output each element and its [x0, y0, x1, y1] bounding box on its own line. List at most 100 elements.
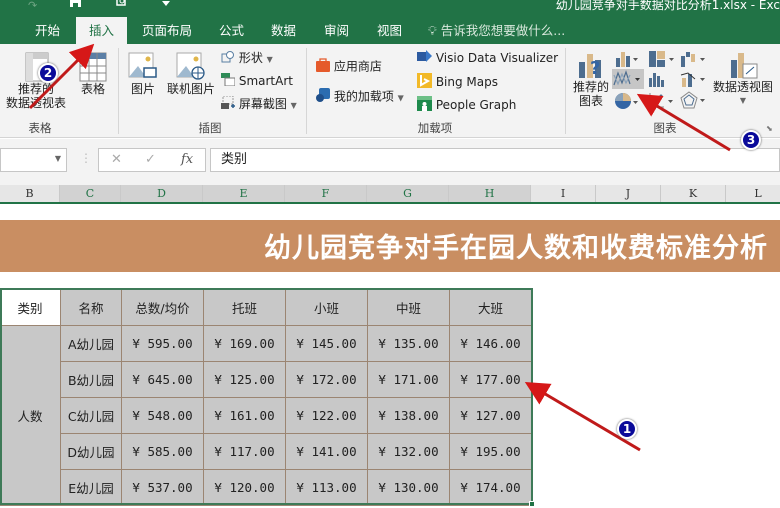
people-graph-button[interactable]: People Graph — [417, 96, 516, 115]
visio-data-visualizer-button[interactable]: Visio Data Visualizer — [417, 50, 558, 67]
line-chart-button[interactable] — [612, 69, 644, 89]
header-cell-name[interactable]: 名称 — [60, 289, 122, 326]
ribbon-insert: 推荐的 数据透视表 表格 表格 图片 联机图片 形状 ▼ SmartArt 屏幕… — [0, 44, 780, 138]
total-cell[interactable]: ¥ 537.00 — [121, 469, 204, 506]
visio-icon — [417, 50, 432, 67]
scatter-chart-button[interactable] — [648, 91, 676, 109]
name-cell[interactable]: C幼儿园 — [60, 397, 122, 434]
daban-cell[interactable]: ¥ 174.00 — [449, 469, 532, 506]
daban-cell[interactable]: ¥ 177.00 — [449, 361, 532, 398]
daban-cell[interactable]: ¥ 127.00 — [449, 397, 532, 434]
data-table: 类别 名称 总数/均价 托班 小班 中班 大班 人数 A幼儿园 ¥ 595.00… — [0, 289, 532, 506]
hierarchy-chart-button[interactable] — [648, 50, 676, 68]
column-header-c[interactable]: C — [60, 185, 121, 202]
tell-me-search[interactable]: 💡︎ 告诉我您想要做什么... — [428, 17, 565, 44]
xiaoban-cell[interactable]: ¥ 122.00 — [285, 397, 368, 434]
header-cell-tuoban[interactable]: 托班 — [203, 289, 286, 326]
column-header-f[interactable]: F — [285, 185, 367, 202]
total-cell[interactable]: ¥ 548.00 — [121, 397, 204, 434]
column-headers: B C D E F G H I J K L — [0, 185, 780, 204]
tab-view[interactable]: 视图 — [369, 17, 410, 44]
table-button[interactable]: 表格 — [76, 52, 110, 96]
total-cell[interactable]: ¥ 585.00 — [121, 433, 204, 470]
customize-qat-icon[interactable] — [162, 0, 170, 10]
xiaoban-cell[interactable]: ¥ 141.00 — [285, 433, 368, 470]
cancel-icon[interactable]: ✕ — [111, 152, 122, 167]
title-banner[interactable]: 幼儿园竞争对手在园人数和收费标准分析 — [0, 220, 780, 272]
total-cell[interactable]: ¥ 595.00 — [121, 325, 204, 362]
zhongban-cell[interactable]: ¥ 135.00 — [367, 325, 450, 362]
zhongban-cell[interactable]: ¥ 171.00 — [367, 361, 450, 398]
tab-data[interactable]: 数据 — [263, 17, 304, 44]
name-cell[interactable]: B幼儿园 — [60, 361, 122, 398]
zhongban-cell[interactable]: ¥ 132.00 — [367, 433, 450, 470]
name-cell[interactable]: D幼儿园 — [60, 433, 122, 470]
name-cell[interactable]: A幼儿园 — [60, 325, 122, 362]
tuoban-cell[interactable]: ¥ 161.00 — [203, 397, 286, 434]
tab-formulas[interactable]: 公式 — [211, 17, 252, 44]
zhongban-cell[interactable]: ¥ 130.00 — [367, 469, 450, 506]
shapes-button[interactable]: 形状 ▼ — [221, 50, 273, 68]
tab-review[interactable]: 审阅 — [316, 17, 357, 44]
recommended-pivottables-button[interactable]: 推荐的 数据透视表 — [0, 52, 72, 110]
enter-icon[interactable]: ✓ — [145, 152, 156, 167]
header-cell-xiaoban[interactable]: 小班 — [285, 289, 368, 326]
column-header-i[interactable]: I — [531, 185, 596, 202]
bing-maps-button[interactable]: Bing Maps — [417, 73, 498, 92]
xiaoban-cell[interactable]: ¥ 113.00 — [285, 469, 368, 506]
chevron-down-icon[interactable]: ▼ — [55, 154, 61, 163]
column-header-b[interactable]: B — [0, 185, 60, 202]
column-header-g[interactable]: G — [367, 185, 449, 202]
tuoban-cell[interactable]: ¥ 169.00 — [203, 325, 286, 362]
tab-page-layout[interactable]: 页面布局 — [134, 17, 200, 44]
xiaoban-cell[interactable]: ¥ 172.00 — [285, 361, 368, 398]
tuoban-cell[interactable]: ¥ 125.00 — [203, 361, 286, 398]
header-cell-daban[interactable]: 大班 — [449, 289, 532, 326]
dialog-launcher-icon[interactable]: ⬊ — [766, 124, 773, 133]
name-cell[interactable]: E幼儿园 — [60, 469, 122, 506]
annotation-badge-1: 1 — [617, 419, 637, 439]
tab-insert[interactable]: 插入 — [76, 17, 127, 44]
category-cell[interactable]: 人数 — [0, 325, 61, 506]
radar-chart-button[interactable] — [680, 91, 708, 109]
tuoban-cell[interactable]: ¥ 117.00 — [203, 433, 286, 470]
zhongban-cell[interactable]: ¥ 138.00 — [367, 397, 450, 434]
save-icon[interactable] — [70, 0, 81, 10]
recommended-charts-button[interactable]: ? 推荐的 图表 — [570, 50, 612, 108]
header-cell-zhongban[interactable]: 中班 — [367, 289, 450, 326]
name-box[interactable]: ▼ — [0, 148, 67, 172]
column-header-l[interactable]: L — [726, 185, 780, 202]
pictures-button[interactable]: 图片 — [126, 52, 160, 96]
pie-chart-button[interactable] — [614, 91, 640, 111]
column-header-j[interactable]: J — [596, 185, 661, 202]
resize-handle-icon[interactable]: ⋮ — [80, 151, 92, 165]
fill-handle[interactable] — [529, 501, 535, 507]
store-button[interactable]: 应用商店 — [316, 58, 382, 76]
column-header-h[interactable]: H — [449, 185, 531, 202]
pivot-chart-button[interactable]: 数据透视图 ▼ — [710, 50, 776, 108]
insert-function-icon[interactable]: fx — [181, 152, 193, 167]
xiaoban-cell[interactable]: ¥ 145.00 — [285, 325, 368, 362]
statistic-chart-button[interactable] — [648, 70, 676, 88]
daban-cell[interactable]: ¥ 195.00 — [449, 433, 532, 470]
column-header-d[interactable]: D — [121, 185, 203, 202]
online-pictures-button[interactable]: 联机图片 — [163, 52, 219, 96]
tuoban-cell[interactable]: ¥ 120.00 — [203, 469, 286, 506]
redo-icon[interactable]: ↷ — [28, 0, 37, 12]
combo-chart-button[interactable] — [680, 70, 708, 88]
people-graph-icon — [417, 96, 432, 115]
screenshot-button[interactable]: 屏幕截图 ▼ — [221, 95, 297, 114]
column-header-k[interactable]: K — [661, 185, 726, 202]
header-cell-category[interactable]: 类别 — [0, 289, 61, 326]
column-header-e[interactable]: E — [203, 185, 285, 202]
tab-home[interactable]: 开始 — [27, 17, 68, 44]
column-chart-button[interactable] — [614, 50, 640, 68]
print-preview-icon[interactable] — [116, 0, 128, 9]
waterfall-chart-button[interactable] — [680, 50, 708, 68]
my-addins-button[interactable]: 我的加载项 ▼ — [316, 88, 404, 107]
daban-cell[interactable]: ¥ 146.00 — [449, 325, 532, 362]
formula-input[interactable]: 类别 — [210, 148, 780, 172]
smartart-button[interactable]: SmartArt — [221, 73, 293, 90]
header-cell-total[interactable]: 总数/均价 — [121, 289, 204, 326]
total-cell[interactable]: ¥ 645.00 — [121, 361, 204, 398]
